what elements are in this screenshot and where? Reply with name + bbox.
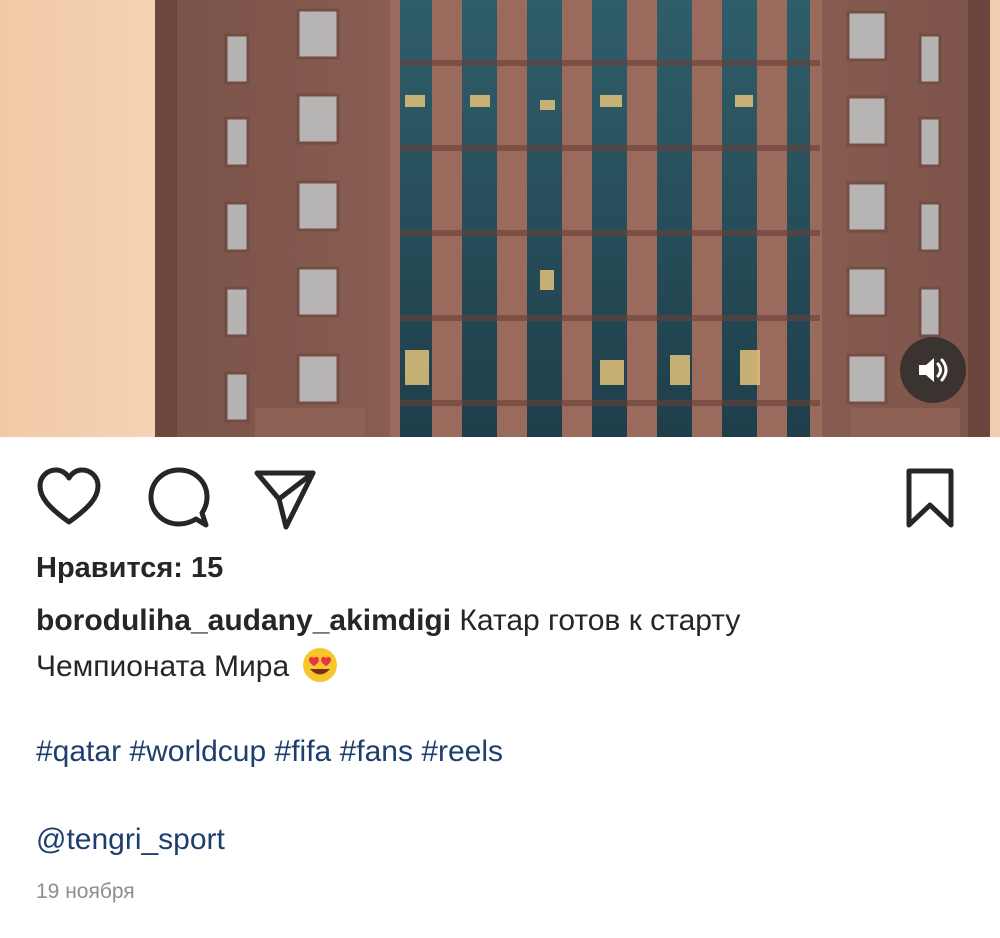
hashtag-link[interactable]: #fans xyxy=(340,735,413,768)
bookmark-icon[interactable] xyxy=(900,465,960,531)
hashtag-link[interactable]: #fifa xyxy=(275,735,332,768)
caption-text-line1: Катар готов к старту xyxy=(459,604,741,637)
heart-icon[interactable] xyxy=(36,465,102,531)
mention-link[interactable]: @tengri_sport xyxy=(36,818,225,862)
volume-button[interactable] xyxy=(900,337,966,403)
building-image xyxy=(155,0,990,437)
speaker-icon xyxy=(919,358,948,382)
hashtag-link[interactable]: #worldcup xyxy=(129,735,266,768)
post-caption: boroduliha_audany_akimdigi Катар готов к… xyxy=(36,598,966,690)
post-action-bar xyxy=(0,437,1000,547)
caption-text-line2: Чемпионата Мира xyxy=(36,650,290,683)
hashtag-link[interactable]: #qatar xyxy=(36,735,121,768)
caption-username[interactable]: boroduliha_audany_akimdigi xyxy=(36,604,451,637)
heart-eyes-emoji-icon xyxy=(303,648,338,682)
hashtag-link[interactable]: #reels xyxy=(421,735,503,768)
post-media-video[interactable] xyxy=(0,0,1000,437)
post-date: 19 ноября xyxy=(36,880,135,903)
paper-plane-icon[interactable] xyxy=(252,465,318,531)
hashtags: #qatar #worldcup #fifa #fans #reels xyxy=(36,730,503,774)
likes-count[interactable]: Нравится: 15 xyxy=(36,552,223,585)
comment-bubble-icon[interactable] xyxy=(146,465,212,531)
